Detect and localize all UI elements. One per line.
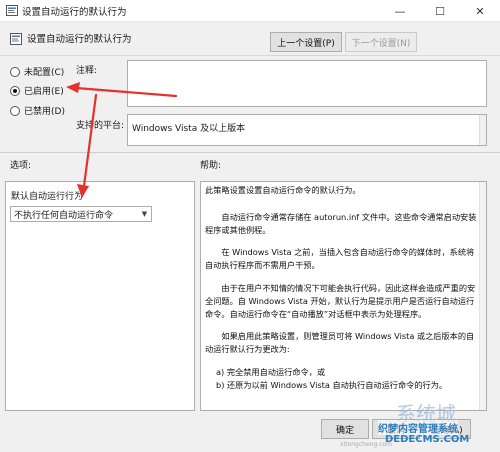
radio-circle[interactable] [10, 105, 20, 116]
next-setting-button[interactable]: 下一个设置(N) [345, 32, 417, 52]
help-paragraph: 如果启用此策略设置，则管理员可将 Windows Vista 或之后版本的自动运… [205, 331, 475, 354]
radio-label: 未配置(C) [24, 68, 65, 78]
divider [0, 152, 500, 153]
watermark-url: xitongcheng.com [340, 441, 392, 448]
maximize-button[interactable]: ☐ [420, 0, 460, 22]
supported-platform-value: Windows Vista 及以上版本 [132, 124, 246, 134]
scrollbar[interactable] [479, 115, 486, 145]
window-title: 设置自动运行的默认行为 [22, 7, 127, 18]
previous-setting-button[interactable]: 上一个设置(P) [270, 32, 342, 52]
setting-title: 设置自动运行的默认行为 [27, 34, 132, 45]
supported-platform-label: 支持的平台: [76, 121, 125, 131]
autorun-behavior-dropdown[interactable]: 不执行任何自动运行命令 [10, 206, 152, 222]
comment-label: 注释: [76, 66, 98, 76]
scrollbar[interactable] [479, 182, 486, 410]
policy-icon [6, 5, 18, 16]
ok-button[interactable]: 确定 [321, 419, 369, 439]
options-label: 选项: [10, 161, 32, 171]
annotation-arrow-options [82, 93, 98, 188]
radio-circle[interactable] [10, 85, 20, 96]
radio-enabled[interactable]: 已启用(E) [10, 84, 64, 97]
help-paragraph: 自动运行命令通常存储在 autorun.inf 文件中。这些命令通常启动安装程序… [205, 212, 477, 235]
arrow-head-icon [66, 82, 80, 93]
watermark-text: 织梦内容管理系统 [378, 420, 458, 435]
policy-icon [10, 33, 22, 45]
comment-textarea[interactable] [127, 60, 487, 107]
divider [0, 55, 500, 56]
watermark-text: DEDECMS.COM [385, 434, 470, 445]
help-paragraph: 在 Windows Vista 之前，当插入包含自动运行命令的媒体时，系统将自动… [205, 247, 475, 270]
radio-not-configured[interactable]: 未配置(C) [10, 65, 64, 78]
close-button[interactable]: ✕ [460, 0, 500, 22]
radio-circle[interactable] [10, 66, 20, 77]
default-autorun-label: 默认自动运行行为 [11, 192, 84, 202]
help-paragraph: 此策略设置设置自动运行命令的默认行为。 [205, 185, 361, 195]
help-label: 帮助: [200, 161, 222, 171]
chevron-down-icon[interactable]: ▼ [138, 207, 151, 221]
radio-label: 已禁用(D) [24, 107, 65, 117]
help-paragraph: b) 还原为以前 Windows Vista 自动执行自动运行命令的行为。 [216, 380, 448, 390]
radio-disabled[interactable]: 已禁用(D) [10, 104, 65, 117]
radio-label: 已启用(E) [24, 87, 64, 97]
help-paragraph: a) 完全禁用自动运行命令，或 [216, 367, 326, 377]
minimize-button[interactable]: — [380, 0, 420, 22]
help-paragraph: 由于在用户不知情的情况下可能会执行代码，因此这样会造成严重的安全问题。自 Win… [205, 283, 476, 319]
